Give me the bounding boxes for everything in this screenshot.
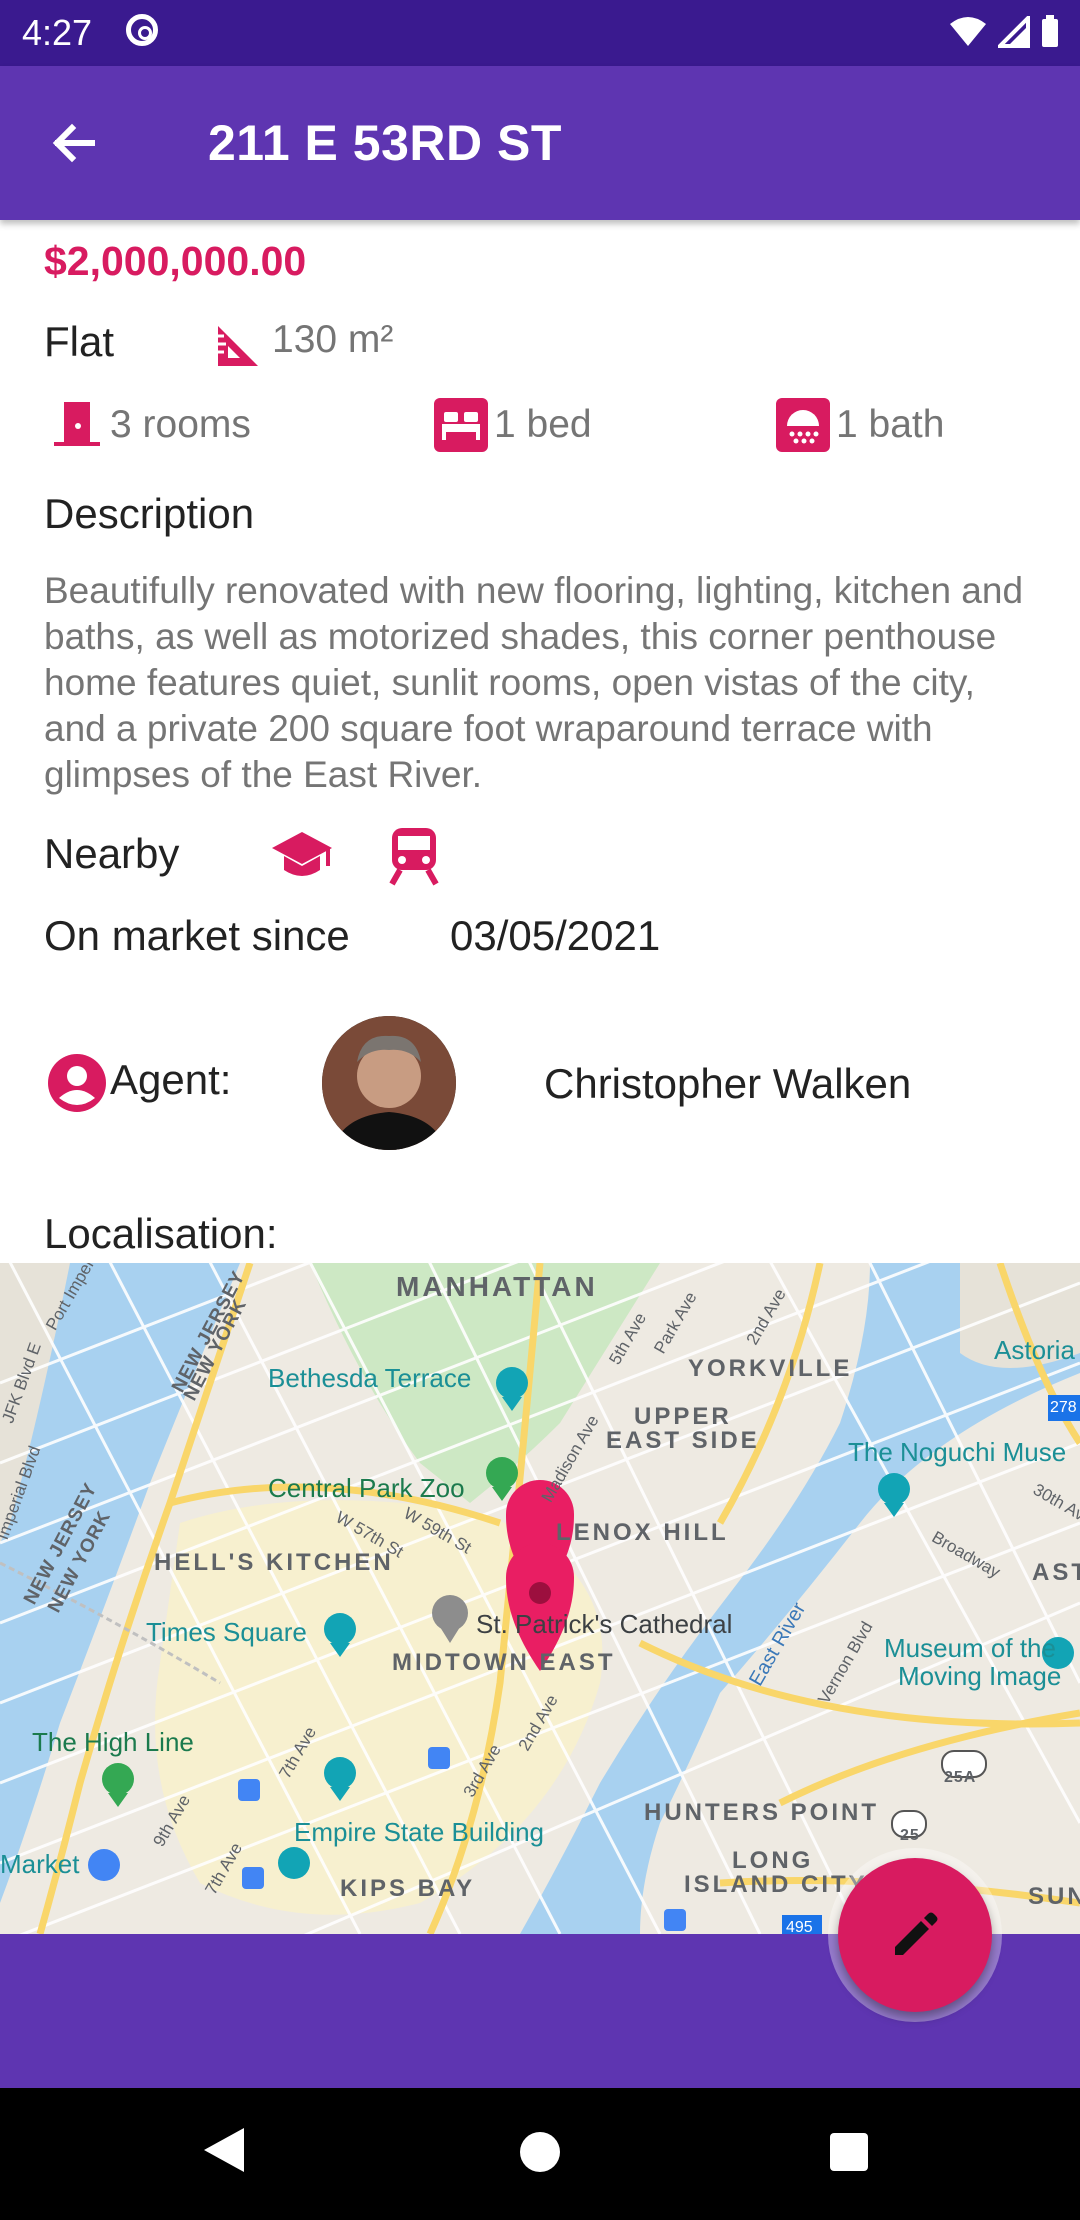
rooms-label: 3 rooms [110,403,251,446]
map-label-route-278: 278 [1050,1399,1077,1416]
shower-icon [776,398,830,452]
description-title: Description [44,490,255,537]
map-label-route-25a: 25A [944,1769,977,1786]
market-label: On market since [44,912,350,959]
map-label-bethesda: Bethesda Terrace [268,1363,472,1393]
signal-icon [998,16,1030,48]
battery-icon [1042,15,1058,47]
map-label-times-square: Times Square [146,1617,307,1647]
map-label-route-495: 495 [786,1919,813,1934]
map-label-astoria-short: ASTO [1032,1559,1080,1586]
map-label-zoo: Central Park Zoo [268,1473,465,1503]
map-label-lenox-hill: LENOX HILL [556,1519,729,1546]
map-label-high-line: The High Line [32,1727,194,1757]
beds-stat: 1 bed [434,398,592,452]
beds-label: 1 bed [494,403,592,446]
baths-label: 1 bath [836,403,945,446]
nav-recents-icon[interactable] [830,2133,868,2171]
area: 130 m² [272,318,394,361]
agent-label: Agent: [110,1056,232,1103]
map-label-market: Market [0,1849,80,1879]
page-title: 211 E 53RD ST [208,115,562,171]
map-label-sun: SUN [1028,1883,1080,1910]
set-square-icon [218,326,258,366]
map-label-hells-kitchen: HELL'S KITCHEN [154,1549,394,1576]
rooms-stat: 3 rooms [50,398,251,452]
map-label-moving-image: Moving Image [898,1661,1062,1691]
edit-pencil-icon [895,1912,938,1955]
map-label-st-patricks: St. Patrick's Cathedral [476,1609,733,1639]
map-label-route-25: 25 [900,1827,920,1844]
nav-back-icon[interactable] [204,2128,244,2172]
map-label-hunters-point: HUNTERS POINT [644,1799,880,1826]
map-label-astoria: Astoria [994,1335,1075,1365]
map-label-yorkville: YORKVILLE [688,1355,853,1382]
map-label-midtown-east: MIDTOWN EAST [392,1649,616,1676]
back-arrow-icon[interactable] [42,108,112,178]
nav-home-icon[interactable] [520,2132,560,2172]
status-time: 4:27 [22,12,93,53]
train-icon [389,828,439,886]
at-sign-icon [126,14,158,46]
map-label-manhattan: MANHATTAN [396,1271,598,1302]
property-type: Flat [44,318,115,365]
account-circle-icon [48,1054,106,1112]
price: $2,000,000.00 [44,238,307,284]
map-label-noguchi: The Noguchi Muse [848,1437,1067,1467]
status-bar: 4:27 [0,0,1080,66]
map-label-museum: Museum of the [884,1633,1056,1663]
agent-avatar [322,1016,456,1150]
map-label-empire-state: Empire State Building [294,1817,545,1847]
wifi-icon [950,17,986,46]
map-label-east-side: EAST SIDE [606,1427,760,1454]
localisation-label: Localisation: [44,1210,278,1257]
status-icons [948,14,1060,50]
agent-name: Christopher Walken [544,1060,912,1107]
baths-stat: 1 bath [776,398,944,452]
edit-button[interactable] [838,1858,992,2012]
map-label-kips-bay: KIPS BAY [340,1875,476,1902]
door-icon [54,402,100,446]
market-date: 03/05/2021 [450,912,661,959]
app-bar: 211 E 53RD ST [0,66,1080,220]
bed-icon [434,398,488,452]
nearby-label: Nearby [44,830,180,877]
map-view[interactable]: MANHATTAN Bethesda Terrace YORKVILLE UPP… [0,1263,1080,1934]
description-text: Beautifully renovated with new flooring,… [44,570,1024,795]
map-label-island-city: ISLAND CITY [684,1871,868,1898]
school-icon [272,832,332,876]
